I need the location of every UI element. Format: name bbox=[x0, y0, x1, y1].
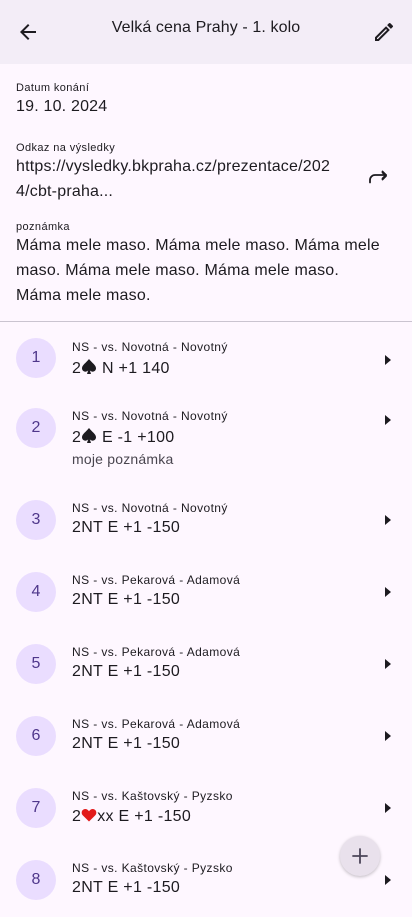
chevron-right-icon bbox=[385, 731, 391, 741]
note-field: poznámka Máma mele maso. Máma mele maso.… bbox=[16, 221, 401, 308]
spade-icon bbox=[82, 428, 97, 443]
contract-detail: xx E +1 -150 bbox=[97, 808, 192, 825]
open-link-icon bbox=[369, 170, 387, 184]
link-value-line-1[interactable]: https://vysledky.bkpraha.cz/prezentace/2… bbox=[16, 155, 361, 179]
board-opponents: NS - vs. Novotná - Novotný bbox=[72, 409, 228, 423]
chevron-right-icon bbox=[385, 415, 391, 425]
board-note: moje poznámka bbox=[72, 451, 174, 467]
chevron-right-icon bbox=[385, 515, 391, 525]
board-number-badge: 2 bbox=[16, 408, 56, 448]
note-value-line-3: Máma mele maso. bbox=[16, 287, 151, 304]
board-opponents: NS - vs. Novotná - Novotný bbox=[72, 501, 228, 515]
date-field: Datum konání 19. 10. 2024 bbox=[16, 82, 107, 119]
board-row-6[interactable]: 6 NS - vs. Pekarová - Adamová 2NT E +1 -… bbox=[0, 706, 412, 778]
board-number-badge: 6 bbox=[16, 716, 56, 756]
board-opponents: NS - vs. Pekarová - Adamová bbox=[72, 645, 241, 659]
board-opponents: NS - vs. Novotná - Novotný bbox=[72, 340, 228, 354]
board-contract: 2NT E +1 -150 bbox=[72, 663, 181, 680]
board-number-badge: 4 bbox=[16, 572, 56, 612]
board-opponents: NS - vs. Kaštovský - Pyzsko bbox=[72, 861, 233, 875]
board-row-2[interactable]: 2 NS - vs. Novotná - Novotný 2 E -1 +100… bbox=[0, 394, 412, 490]
board-number-badge: 5 bbox=[16, 644, 56, 684]
board-contract: 2 N +1 140 bbox=[72, 358, 170, 378]
board-contract: 2NT E +1 -150 bbox=[72, 519, 181, 536]
board-number-badge: 8 bbox=[16, 860, 56, 900]
contract-level: 2 bbox=[72, 808, 82, 825]
add-board-button[interactable] bbox=[340, 836, 380, 876]
board-row-3[interactable]: 3 NS - vs. Novotná - Novotný 2NT E +1 -1… bbox=[0, 490, 412, 562]
board-number-badge: 7 bbox=[16, 788, 56, 828]
results-link-field: Odkaz na výsledky https://vysledky.bkpra… bbox=[16, 142, 361, 204]
heart-icon bbox=[81, 809, 97, 822]
link-value-line-2[interactable]: 4/cbt-praha... bbox=[16, 180, 361, 204]
board-contract: 2NT E +1 -150 bbox=[72, 735, 181, 752]
link-label: Odkaz na výsledky bbox=[16, 142, 116, 154]
board-row-5[interactable]: 5 NS - vs. Pekarová - Adamová 2NT E +1 -… bbox=[0, 634, 412, 706]
edit-button[interactable] bbox=[360, 8, 408, 56]
note-value-line-2: maso. Máma mele maso. Máma mele maso. bbox=[16, 262, 340, 279]
board-contract: 2 xx E +1 -150 bbox=[72, 807, 191, 826]
board-row-4[interactable]: 4 NS - vs. Pekarová - Adamová 2NT E +1 -… bbox=[0, 562, 412, 634]
board-opponents: NS - vs. Kaštovský - Pyzsko bbox=[72, 789, 233, 803]
top-app-bar: Velká cena Prahy - 1. kolo bbox=[0, 0, 412, 64]
spade-icon bbox=[82, 359, 97, 374]
note-value-line-1: Máma mele maso. Máma mele maso. Máma mel… bbox=[16, 237, 380, 254]
date-label: Datum konání bbox=[16, 82, 90, 94]
board-contract: 2NT E +1 -150 bbox=[72, 879, 181, 896]
plus-icon bbox=[352, 848, 368, 864]
chevron-right-icon bbox=[385, 803, 391, 813]
chevron-right-icon bbox=[385, 355, 391, 365]
chevron-right-icon bbox=[385, 587, 391, 597]
contract-detail: N +1 140 bbox=[97, 360, 170, 377]
note-label: poznámka bbox=[16, 221, 70, 233]
chevron-right-icon bbox=[385, 659, 391, 669]
pencil-icon bbox=[375, 22, 394, 41]
board-opponents: NS - vs. Pekarová - Adamová bbox=[72, 717, 241, 731]
open-link-button[interactable] bbox=[360, 156, 400, 196]
page-title: Velká cena Prahy - 1. kolo bbox=[111, 19, 301, 36]
date-value: 19. 10. 2024 bbox=[16, 98, 108, 115]
board-row-1[interactable]: 1 NS - vs. Novotná - Novotný 2 N +1 140 bbox=[0, 322, 412, 394]
board-opponents: NS - vs. Pekarová - Adamová bbox=[72, 573, 241, 587]
board-contract: 2NT E +1 -150 bbox=[72, 591, 181, 608]
contract-level: 2 bbox=[72, 429, 82, 446]
contract-level: 2 bbox=[72, 360, 82, 377]
board-number-badge: 3 bbox=[16, 500, 56, 540]
contract-detail: E -1 +100 bbox=[97, 429, 175, 446]
board-contract: 2 E -1 +100 bbox=[72, 427, 174, 447]
chevron-right-icon bbox=[385, 875, 391, 885]
board-number-badge: 1 bbox=[16, 338, 56, 378]
